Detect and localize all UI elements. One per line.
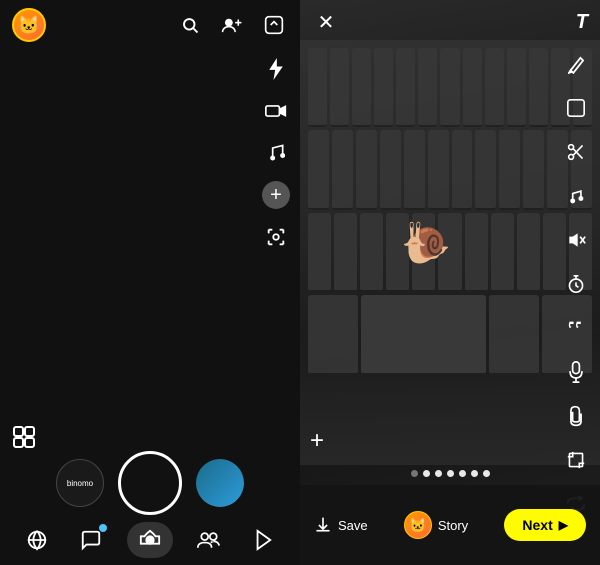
kb-key [352,48,371,127]
filter-thumb2[interactable] [196,459,244,507]
progress-dot-5 [459,470,466,477]
bitmoji-button[interactable] [260,11,288,39]
kb-key [529,48,548,127]
kb-key [517,213,540,292]
save-button[interactable]: Save [314,516,368,534]
story-side-tools [562,50,590,518]
add-friend-button[interactable] [218,11,246,39]
close-button[interactable]: ✕ [312,8,340,36]
top-icons [176,11,288,39]
kb-key [489,295,539,374]
kb-key [330,48,349,127]
story-background: 🐌 [300,0,600,565]
music-tool[interactable] [562,182,590,210]
kb-key [463,48,482,127]
story-top-bar: ✕ T [300,0,600,44]
snail-sticker: 🐌 [401,219,451,266]
attachment-tool[interactable] [562,402,590,430]
nav-map[interactable] [19,522,55,558]
text-tool-button[interactable]: T [576,11,588,34]
progress-dot-6 [471,470,478,477]
camera-toolbar: + [262,55,290,251]
kb-key [356,130,377,209]
flash-icon[interactable] [262,55,290,83]
kb-key [404,130,425,209]
left-top-bar: 🐱 [0,0,300,50]
kb-key [380,130,401,209]
next-label: Next [522,517,552,533]
progress-dot-7 [483,470,490,477]
kb-key [507,48,526,127]
kb-key [332,130,353,209]
scan-icon[interactable] [262,223,290,251]
filter-image [196,459,244,507]
kb-key [440,48,459,127]
progress-dot-4 [447,470,454,477]
kb-key [475,130,496,209]
right-panel: 🐌 ✕ T [300,0,600,565]
add-filter-button[interactable]: + [262,181,290,209]
kb-key [499,130,520,209]
kb-key [308,48,327,127]
next-arrow-icon: ▶ [559,518,568,532]
bottom-controls: binomo [0,451,300,515]
sticker-tool[interactable] [562,94,590,122]
kb-key [396,48,415,127]
timer-tool[interactable] [562,270,590,298]
save-label: Save [338,518,368,533]
progress-dots [300,470,600,477]
kb-key [523,130,544,209]
progress-dot-2 [423,470,430,477]
video-icon[interactable] [262,97,290,125]
story-label: Story [438,518,468,533]
kb-key [308,295,358,374]
kb-key [308,130,329,209]
mic-tool[interactable] [562,358,590,386]
nav-friends[interactable] [191,522,227,558]
kb-spacebar [361,295,486,374]
mute-tool[interactable] [562,226,590,254]
kb-key [374,48,393,127]
nav-camera[interactable] [127,522,173,558]
kb-key [465,213,488,292]
story-bottom-bar: Save 🐱 Story Next ▶ [300,485,600,565]
add-content-button[interactable]: + [310,427,324,455]
kb-key [452,130,473,209]
scissors-tool[interactable] [562,138,590,166]
nav-chat[interactable] [73,522,109,558]
kb-key [428,130,449,209]
shutter-button[interactable] [118,451,182,515]
kb-key [485,48,504,127]
kb-key [360,213,383,292]
chat-badge [99,524,107,532]
bottom-nav [0,515,300,565]
kb-key [334,213,357,292]
avatar[interactable]: 🐱 [12,8,46,42]
search-button[interactable] [176,11,204,39]
pencil-tool[interactable] [562,50,590,78]
filter-binomo[interactable]: binomo [56,459,104,507]
left-panel: 🐱 [0,0,300,565]
next-button[interactable]: Next ▶ [504,509,586,541]
progress-dot-1 [411,470,418,477]
story-button[interactable]: 🐱 Story [404,511,468,539]
nav-discover[interactable] [245,522,281,558]
kb-key [491,213,514,292]
story-avatar-icon: 🐱 [404,511,432,539]
kb-key [308,213,331,292]
progress-dot-3 [435,470,442,477]
avatar-emoji: 🐱 [18,15,40,36]
music-icon[interactable] [262,139,290,167]
kb-key [418,48,437,127]
filter-label: binomo [67,479,93,488]
quote-tool[interactable] [562,314,590,342]
